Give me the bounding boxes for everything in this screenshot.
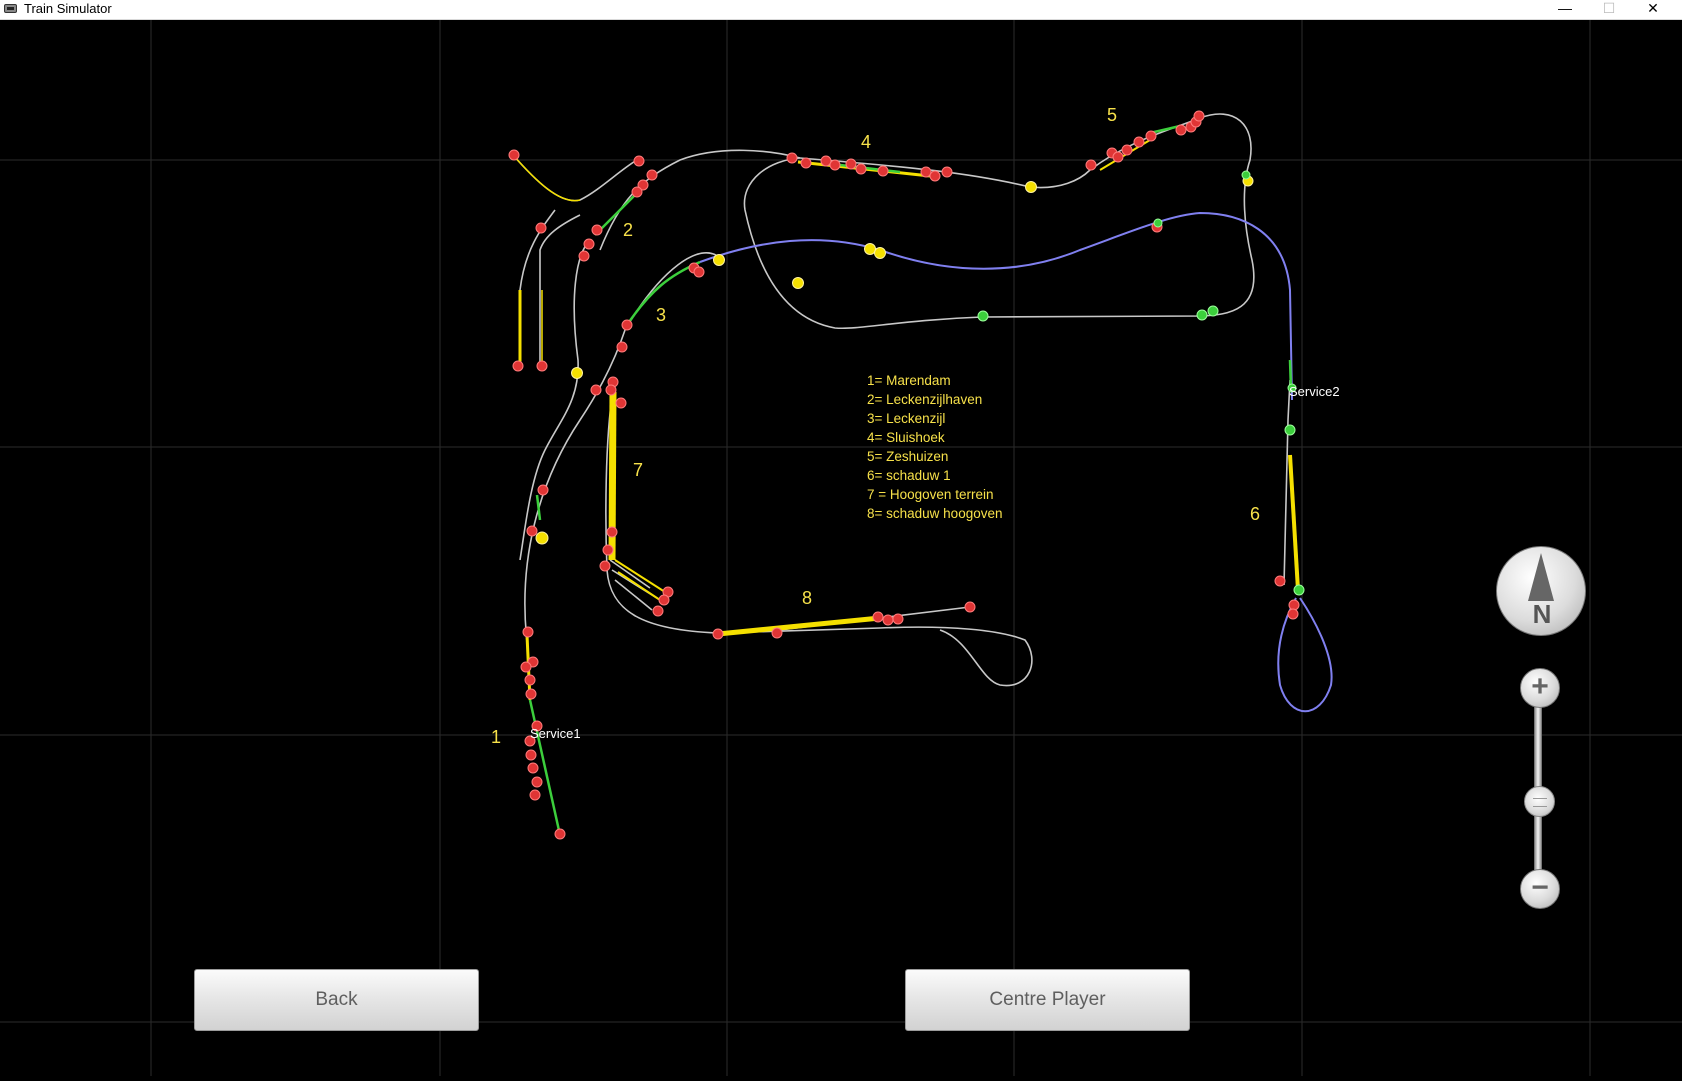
back-button[interactable]: Back (194, 969, 479, 1031)
legend-item: 5= Zeshuizen (867, 449, 949, 464)
compass-button[interactable]: N (1496, 546, 1586, 636)
area-number-3: 3 (656, 305, 667, 325)
station-legend: 1= Marendam 2= Leckenzijlhaven 3= Lecken… (867, 371, 1002, 523)
area-number-5: 5 (1107, 105, 1118, 125)
area-number-2: 2 (623, 220, 634, 240)
area-number-7: 7 (633, 460, 644, 480)
area-number-6: 6 (1250, 504, 1261, 524)
map-grid (0, 20, 1682, 1076)
maximize-button[interactable]: ☐ (1587, 0, 1631, 19)
service-label-2: Service2 (1289, 384, 1340, 399)
route-map[interactable]: 1 2 3 4 5 6 7 8 Service1 Service2 (0, 20, 1682, 1076)
map-canvas (0, 20, 1682, 1076)
zoom-out-button[interactable]: − (1520, 869, 1560, 909)
green-signals (977, 170, 1305, 596)
legend-item: 2= Leckenzijlhaven (867, 392, 983, 407)
compass-letter: N (1532, 599, 1552, 629)
area-number-8: 8 (802, 588, 813, 608)
north-arrow-icon (1528, 553, 1554, 601)
legend-item: 6= schaduw 1 (867, 468, 951, 483)
minimize-button[interactable]: — (1543, 0, 1587, 19)
zoom-slider-thumb[interactable] (1524, 786, 1555, 817)
area-number-4: 4 (861, 132, 872, 152)
zoom-in-button[interactable]: + (1520, 668, 1560, 708)
centre-player-button[interactable]: Centre Player (905, 969, 1190, 1031)
window-title: Train Simulator (24, 1, 112, 16)
window-titlebar: Train Simulator — ☐ ✕ (0, 0, 1682, 20)
close-button[interactable]: ✕ (1631, 0, 1675, 19)
legend-item: 1= Marendam (867, 373, 951, 388)
legend-item: 4= Sluishoek (867, 430, 945, 445)
legend-item: 7 = Hoogoven terrein (867, 487, 994, 502)
legend-item: 3= Leckenzijl (867, 411, 946, 426)
legend-item: 8= schaduw hoogoven (867, 506, 1003, 521)
service-label-1: Service1 (530, 726, 581, 741)
area-number-1: 1 (491, 727, 502, 747)
app-icon (4, 4, 17, 13)
